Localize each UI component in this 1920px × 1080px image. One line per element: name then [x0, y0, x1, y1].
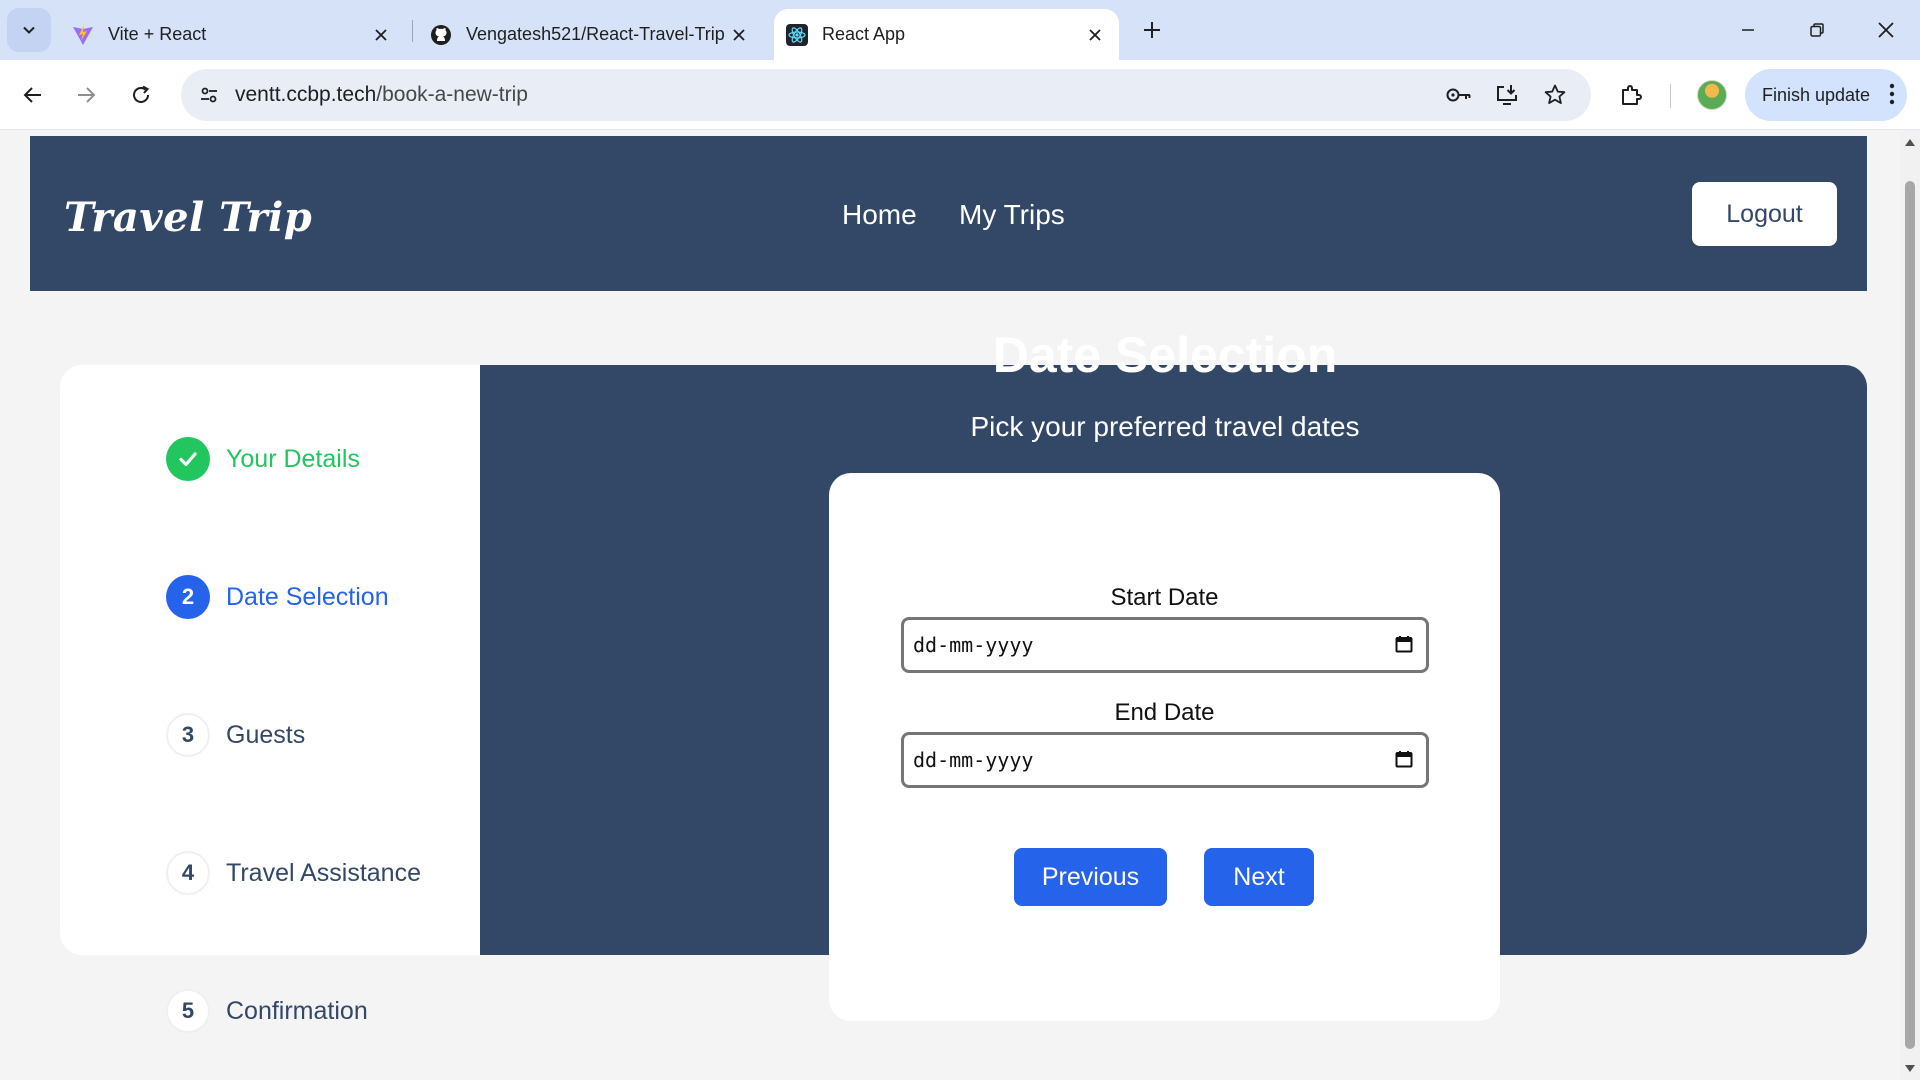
- plus-icon: [1144, 22, 1160, 38]
- app-header: Travel Trip Home My Trips Logout: [30, 136, 1867, 291]
- arrow-left-icon: [23, 87, 41, 103]
- close-icon[interactable]: [369, 23, 393, 47]
- browser-tab-bar: Vite + React Vengatesh521/React-Travel-T…: [0, 0, 1920, 60]
- minimize-icon: [1742, 29, 1754, 31]
- tab-title: Vengatesh521/React-Travel-Trip: [466, 24, 725, 44]
- profile-avatar[interactable]: [1697, 80, 1727, 110]
- address-bar[interactable]: ventt.ccbp.tech/book-a-new-trip: [181, 69, 1591, 121]
- step-number: 5: [166, 989, 210, 1033]
- url-path: /book-a-new-trip: [376, 83, 528, 106]
- end-date-label: End Date: [1114, 699, 1215, 726]
- close-icon[interactable]: [727, 23, 751, 47]
- step-check-badge: [166, 437, 210, 481]
- github-icon: [431, 24, 451, 45]
- tab-title: React App: [822, 24, 906, 44]
- start-date-input[interactable]: dd-mm-yyyy: [901, 617, 1429, 673]
- step-number: 3: [166, 713, 210, 757]
- step-label: Confirmation: [226, 996, 368, 1025]
- calendar-icon[interactable]: [1394, 749, 1414, 769]
- step-your-details[interactable]: Your Details: [166, 437, 360, 481]
- end-date-input[interactable]: dd-mm-yyyy: [901, 732, 1429, 788]
- site-info-button[interactable]: [193, 79, 225, 111]
- step-guests[interactable]: 3 Guests: [166, 713, 305, 757]
- close-icon[interactable]: [1083, 23, 1107, 47]
- install-icon: [1497, 85, 1517, 105]
- check-icon: [179, 452, 197, 467]
- tab-react-app[interactable]: React App: [774, 9, 1119, 60]
- step-label: Guests: [226, 720, 306, 749]
- scroll-up-arrow-icon[interactable]: [1904, 137, 1916, 147]
- chevron-down-icon: [23, 26, 35, 34]
- step-label: Your Details: [226, 444, 360, 473]
- tab-github[interactable]: Vengatesh521/React-Travel-Trip: [418, 9, 763, 60]
- forward-button[interactable]: [66, 75, 106, 115]
- calendar-icon[interactable]: [1394, 634, 1414, 654]
- back-button[interactable]: [13, 75, 53, 115]
- date-form-card: Start Date dd-mm-yyyy End Date dd-mm-yyy…: [829, 473, 1500, 1021]
- restore-icon: [1810, 23, 1824, 37]
- new-tab-button[interactable]: [1136, 14, 1168, 46]
- start-date-value: dd-mm-yyyy: [913, 633, 1034, 657]
- arrow-right-icon: [78, 87, 96, 103]
- tab-title: Vite + React: [108, 24, 207, 44]
- more-vert-icon: [1889, 83, 1895, 105]
- tune-icon: [201, 87, 217, 103]
- close-window-button[interactable]: [1866, 12, 1906, 48]
- puzzle-icon: [1622, 85, 1642, 105]
- key-icon: [1446, 88, 1471, 102]
- vite-icon: [73, 24, 93, 45]
- finish-update-label: Finish update: [1762, 84, 1871, 105]
- scroll-down-arrow-icon[interactable]: [1904, 1064, 1916, 1074]
- url-text[interactable]: ventt.ccbp.tech/book-a-new-trip: [235, 83, 528, 107]
- step-label: Date Selection: [226, 582, 389, 611]
- tab-search-button[interactable]: [7, 8, 51, 52]
- install-app-button[interactable]: [1491, 79, 1523, 111]
- logout-button[interactable]: Logout: [1692, 182, 1837, 246]
- nav-my-trips-link[interactable]: My Trips: [959, 199, 1065, 231]
- scrollbar-thumb[interactable]: [1905, 181, 1915, 1049]
- react-icon: [786, 23, 808, 46]
- tab-separator: [412, 20, 413, 42]
- start-date-label: Start Date: [1110, 584, 1219, 611]
- nav-home-link[interactable]: Home: [842, 199, 917, 231]
- minimize-button[interactable]: [1728, 12, 1768, 48]
- step-date-selection[interactable]: 2 Date Selection: [166, 575, 389, 619]
- reload-button[interactable]: [121, 75, 161, 115]
- end-date-value: dd-mm-yyyy: [913, 748, 1034, 772]
- browser-toolbar: ventt.ccbp.tech/book-a-new-trip Finish u…: [0, 60, 1920, 130]
- step-number: 4: [166, 851, 210, 895]
- extensions-button[interactable]: [1611, 75, 1651, 115]
- bookmark-button[interactable]: [1539, 79, 1571, 111]
- star-icon: [1544, 84, 1566, 104]
- restore-button[interactable]: [1797, 12, 1837, 48]
- step-number: 2: [166, 575, 210, 619]
- tab-vite-react[interactable]: Vite + React: [60, 9, 405, 60]
- url-host: ventt.ccbp.tech: [235, 83, 377, 106]
- section-title: Date Selection: [992, 327, 1338, 383]
- page-scrollbar[interactable]: [1900, 131, 1920, 1080]
- brand-logo[interactable]: Travel Trip: [64, 194, 312, 241]
- finish-update-button[interactable]: Finish update: [1745, 69, 1907, 121]
- close-icon: [1878, 22, 1894, 38]
- next-button[interactable]: Next: [1204, 848, 1314, 906]
- step-confirmation[interactable]: 5 Confirmation: [166, 989, 368, 1033]
- step-label: Travel Assistance: [226, 858, 421, 887]
- step-travel-assistance[interactable]: 4 Travel Assistance: [166, 851, 421, 895]
- toolbar-divider: [1670, 84, 1671, 108]
- previous-button[interactable]: Previous: [1014, 848, 1167, 906]
- page-viewport: Travel Trip Home My Trips Logout Date Se…: [0, 131, 1900, 1080]
- reload-icon: [133, 85, 150, 103]
- password-key-button[interactable]: [1443, 79, 1475, 111]
